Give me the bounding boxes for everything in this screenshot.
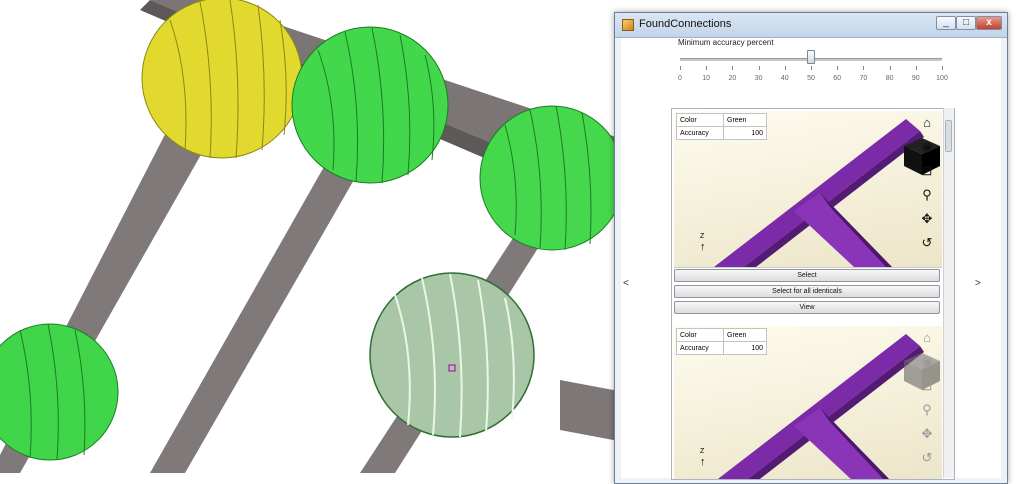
zoom-icon[interactable]: ⚲ xyxy=(918,401,936,419)
accuracy-slider-thumb[interactable] xyxy=(807,50,815,64)
slider-tick xyxy=(889,66,891,70)
scrollbar-thumb[interactable] xyxy=(945,120,952,152)
home-icon[interactable]: ⌂ xyxy=(918,114,936,132)
slider-tick-label: 40 xyxy=(780,75,789,82)
zoom-window-icon[interactable]: ⊡ xyxy=(918,162,936,180)
slider-tick-label: 10 xyxy=(702,75,711,82)
slider-tick-label: 50 xyxy=(807,75,815,82)
title-bar[interactable]: FoundConnections _ □ x xyxy=(615,13,1007,38)
properties-table: Color Green Accuracy 100 xyxy=(676,113,767,140)
property-value: 100 xyxy=(723,126,767,140)
slider-tick xyxy=(732,66,734,70)
connections-list[interactable]: Color Green Accuracy 100 Z ↑ ⌂ ◉ ⊡ ⚲ ✥ ↺… xyxy=(671,108,955,480)
rotate-icon[interactable]: ↺ xyxy=(918,449,936,467)
slider-tick xyxy=(863,66,865,70)
slider-tick-label: 80 xyxy=(885,75,894,82)
minimize-button[interactable]: _ xyxy=(936,16,956,30)
property-value: 100 xyxy=(723,341,767,355)
z-axis-label: Z xyxy=(700,448,705,455)
next-button[interactable]: > xyxy=(975,278,981,289)
app-icon xyxy=(622,19,634,31)
property-value: Green xyxy=(723,113,767,127)
property-key: Accuracy xyxy=(676,126,724,140)
slider-tick-label: 60 xyxy=(833,75,842,82)
accuracy-slider-label: Minimum accuracy percent xyxy=(678,38,774,47)
sphere-yellow[interactable] xyxy=(141,0,303,159)
zoom-icon[interactable]: ⚲ xyxy=(918,186,936,204)
slider-tick xyxy=(680,66,681,70)
z-axis-label: Z xyxy=(700,233,705,240)
connection-preview[interactable]: Color Green Accuracy 100 Z ↑ ⌂ ◉ ⊡ ⚲ ✥ ↺ xyxy=(674,111,942,268)
found-connections-dialog: FoundConnections _ □ x < > Minimum accur… xyxy=(614,12,1008,484)
orbit-icon[interactable]: ◉ xyxy=(918,353,936,371)
close-button[interactable]: x xyxy=(976,16,1002,30)
view-button[interactable]: View xyxy=(674,301,940,314)
maximize-button[interactable]: □ xyxy=(956,16,976,30)
property-key: Color xyxy=(676,328,724,342)
sphere-green-1[interactable] xyxy=(291,26,449,184)
slider-tick-label: 70 xyxy=(859,75,868,82)
window-title: FoundConnections xyxy=(639,18,732,30)
pan-icon[interactable]: ✥ xyxy=(918,425,936,443)
select-button[interactable]: Select xyxy=(674,269,940,282)
table-row: Color Green xyxy=(676,328,767,342)
slider-tick-label: 90 xyxy=(911,75,920,82)
slider-tick xyxy=(706,66,708,70)
slider-tick xyxy=(915,66,917,70)
properties-table: Color Green Accuracy 100 xyxy=(676,328,767,355)
table-row: Accuracy 100 xyxy=(676,126,767,140)
slider-tick-label: 0 xyxy=(678,75,682,82)
slider-tick xyxy=(837,66,839,70)
dialog-body: < > Minimum accuracy percent 0 10 20 30 40 50… xyxy=(621,38,1001,480)
connection-preview[interactable]: Color Green Accuracy 100 Z ↑ ⌂ ◉ ⊡ ⚲ ✥ ↺ xyxy=(674,326,942,479)
slider-tick xyxy=(942,66,943,70)
slider-tick xyxy=(811,66,812,70)
zoom-window-icon[interactable]: ⊡ xyxy=(918,377,936,395)
sphere-selected[interactable] xyxy=(369,272,535,438)
slider-tick xyxy=(784,66,786,70)
table-row: Accuracy 100 xyxy=(676,341,767,355)
rotate-icon[interactable]: ↺ xyxy=(918,234,936,252)
sphere-green-2[interactable] xyxy=(479,105,625,251)
previous-button[interactable]: < xyxy=(623,278,629,289)
vertical-scrollbar[interactable] xyxy=(943,108,954,478)
slider-tick-label: 20 xyxy=(728,75,737,82)
table-row: Color Green xyxy=(676,113,767,127)
slider-tick xyxy=(758,66,760,70)
property-key: Color xyxy=(676,113,724,127)
axis-arrow-icon: ↑ xyxy=(700,241,706,253)
orbit-icon[interactable]: ◉ xyxy=(918,138,936,156)
slider-tick-label: 30 xyxy=(754,75,763,82)
property-key: Accuracy xyxy=(676,341,724,355)
home-icon[interactable]: ⌂ xyxy=(918,329,936,347)
axis-arrow-icon: ↑ xyxy=(700,456,706,468)
property-value: Green xyxy=(723,328,767,342)
pan-icon[interactable]: ✥ xyxy=(918,210,936,228)
select-identicals-button[interactable]: Select for all identicals xyxy=(674,285,940,298)
slider-tick-label: 100 xyxy=(936,75,948,82)
